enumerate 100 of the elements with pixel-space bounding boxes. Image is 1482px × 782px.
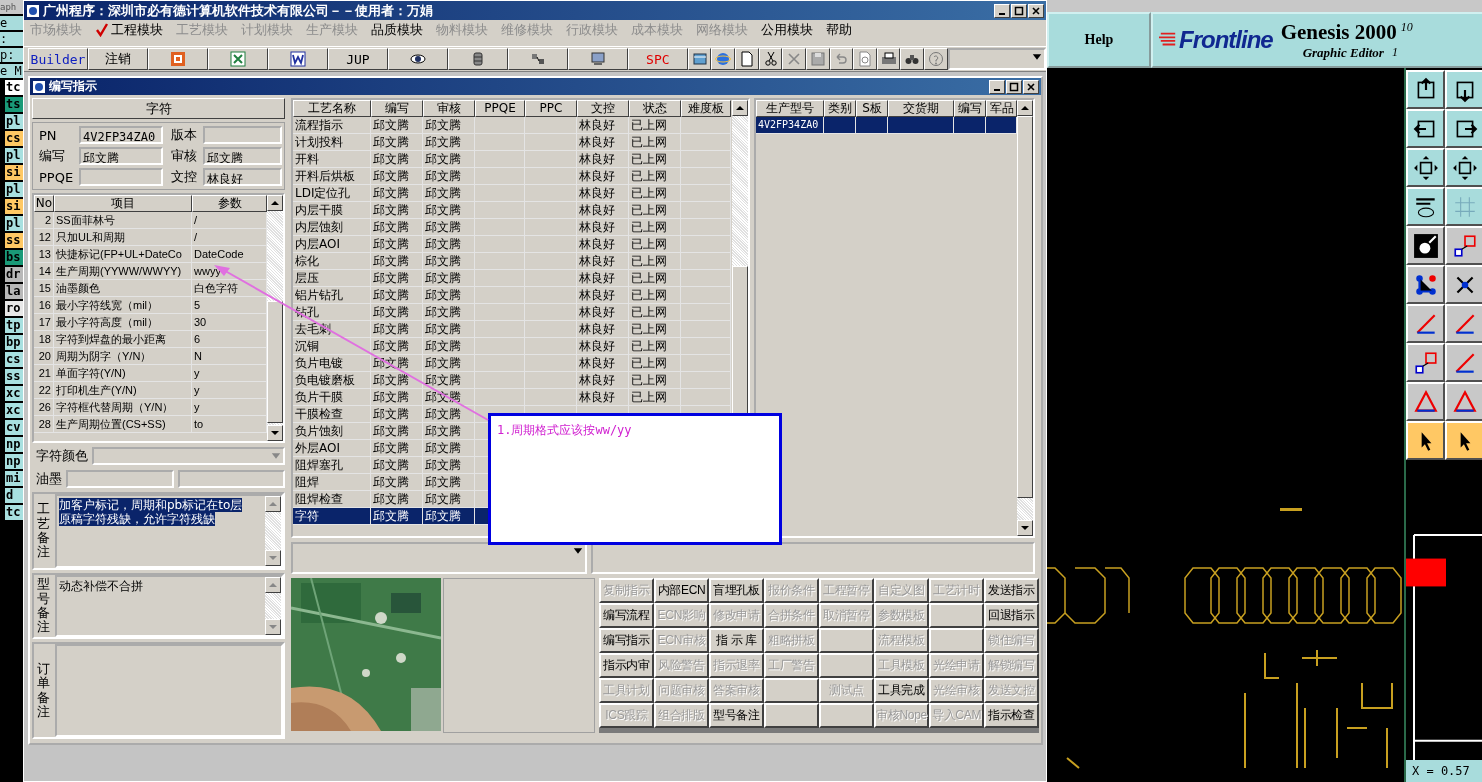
menu-item[interactable]: 品质模块 (371, 21, 423, 39)
toolbar-button[interactable]: Builder (28, 48, 88, 70)
layer-chip[interactable]: bs (5, 250, 23, 265)
table-row[interactable]: 内层AOI 邱文腾 邱文腾 林良好 已上网 (293, 236, 731, 253)
column-header[interactable]: 编写 (954, 100, 986, 117)
table-row[interactable]: LDI定位孔 邱文腾 邱文腾 林良好 已上网 (293, 185, 731, 202)
text-field[interactable]: 4V2FP34ZA0 (79, 126, 163, 144)
action-button[interactable]: 指示检查 (984, 703, 1039, 728)
layer-chip[interactable]: ss (5, 233, 23, 248)
layer-chip[interactable]: np (5, 454, 23, 469)
action-button[interactable]: 指 示 库 (709, 628, 764, 653)
action-button[interactable]: 盲埋孔板 (709, 578, 764, 603)
table-row[interactable]: 计划投料 邱文腾 邱文腾 林良好 已上网 (293, 134, 731, 151)
table-cell: 已上网 (629, 355, 681, 372)
text-field[interactable]: 林良好 (203, 168, 282, 186)
layer-chip[interactable]: dr (5, 267, 23, 282)
column-header[interactable]: 审核 (423, 100, 475, 117)
action-button[interactable]: 编写指示 (599, 628, 654, 653)
table-cell: 林良好 (577, 253, 629, 270)
table-cell: 邱文腾 (423, 151, 475, 168)
toolbar-button[interactable]: 注销 (88, 48, 148, 70)
layer-chip[interactable]: d (5, 488, 23, 503)
table-cell: 已上网 (629, 202, 681, 219)
column-header[interactable]: 类别 (824, 100, 856, 117)
column-header[interactable]: No (34, 195, 54, 212)
layer-chip[interactable]: ro (5, 301, 23, 316)
action-button[interactable]: 型号备注 (709, 703, 764, 728)
product-name: Genesis 2000 (1280, 19, 1397, 45)
column-header[interactable]: 难度板 (681, 100, 731, 117)
layer-chip[interactable]: np (5, 437, 23, 452)
menu-item[interactable]: 帮助 (826, 21, 852, 39)
layer-chip[interactable]: cs (5, 131, 23, 146)
layer-chip[interactable]: si (5, 199, 23, 214)
note-text-area[interactable]: 加客户标记，周期和pb标记在to层 原稿字符残缺，允许字符残缺 (55, 494, 283, 568)
table-row[interactable]: 内层蚀刻 邱文腾 邱文腾 林良好 已上网 (293, 219, 731, 236)
note-label: 订单备注 (36, 659, 51, 721)
layer-chip[interactable]: pl (5, 114, 23, 129)
table-row[interactable]: 沉铜 邱文腾 邱文腾 林良好 已上网 (293, 338, 731, 355)
table-cell: 邱文腾 (423, 440, 475, 457)
layer-chip[interactable]: cv (5, 420, 23, 435)
table-cell: 林良好 (577, 236, 629, 253)
table-row[interactable]: 内层干膜 邱文腾 邱文腾 林良好 已上网 (293, 202, 731, 219)
column-header[interactable]: 参数 (192, 195, 267, 212)
layer-chip[interactable]: tc (5, 80, 23, 95)
table-cell: 邱文腾 (423, 389, 475, 406)
layer-chip[interactable]: pl (5, 216, 23, 231)
layer-chip[interactable]: ts (5, 97, 23, 112)
column-header[interactable]: 项目 (54, 195, 192, 212)
column-header[interactable]: 编写 (371, 100, 423, 117)
table-row[interactable]: 铝片钻孔 邱文腾 邱文腾 林良好 已上网 (293, 287, 731, 304)
item-header-button[interactable]: 字符 (32, 98, 285, 119)
column-header[interactable]: 状态 (629, 100, 681, 117)
column-header[interactable]: PPC (525, 100, 577, 117)
column-header[interactable]: 工艺名称 (293, 100, 371, 117)
column-header[interactable]: 文控 (577, 100, 629, 117)
layer-chip[interactable]: ss (5, 369, 23, 384)
layer-chip[interactable]: bp (5, 335, 23, 350)
action-button[interactable]: 发送指示 (984, 578, 1039, 603)
table-row[interactable]: 层压 邱文腾 邱文腾 林良好 已上网 (293, 270, 731, 287)
layer-chip[interactable]: xc (5, 403, 23, 418)
layer-chip[interactable]: xc (5, 386, 23, 401)
table-row[interactable]: 负电镀磨板 邱文腾 邱文腾 林良好 已上网 (293, 372, 731, 389)
table-row[interactable]: 棕化 邱文腾 邱文腾 林良好 已上网 (293, 253, 731, 270)
text-field[interactable]: 邱文腾 (79, 147, 163, 165)
menu-item[interactable]: 公用模块 (761, 21, 813, 39)
action-button[interactable]: 工具完成 (874, 678, 929, 703)
column-header[interactable]: 军品 (986, 100, 1017, 117)
help-button[interactable]: Help (1047, 12, 1151, 68)
column-header[interactable]: S板 (856, 100, 888, 117)
version-text: 1 (1391, 44, 1398, 61)
note-text-area[interactable]: 动态补偿不合拼 (55, 575, 283, 637)
table-cell: 林良好 (577, 321, 629, 338)
menu-item[interactable]: 工程模块 (95, 21, 163, 39)
layer-chip[interactable]: la (5, 284, 23, 299)
action-button[interactable]: 指示内审 (599, 653, 654, 678)
action-button[interactable]: 回退指示 (984, 603, 1039, 628)
layer-chip[interactable]: tp (5, 318, 23, 333)
table-row[interactable]: 4V2FP34ZA0 (756, 117, 1017, 134)
table-cell: 周期为阴字（Y/N） (54, 348, 192, 365)
action-button[interactable]: 编写流程 (599, 603, 654, 628)
table-cell: 负电镀磨板 (293, 372, 371, 389)
layer-chip[interactable]: si (5, 165, 23, 180)
table-row[interactable]: 开料后烘板 邱文腾 邱文腾 林良好 已上网 (293, 168, 731, 185)
text-field[interactable]: 邱文腾 (203, 147, 282, 165)
toolbar-button[interactable]: JUP (327, 48, 388, 70)
column-header[interactable]: 交货期 (888, 100, 954, 117)
table-row[interactable]: 流程指示 邱文腾 邱文腾 林良好 已上网 (293, 117, 731, 134)
table-cell: 字符 (293, 508, 371, 525)
table-cell: 邱文腾 (423, 219, 475, 236)
layer-chip[interactable]: pl (5, 148, 23, 163)
table-cell: 层压 (293, 270, 371, 287)
column-header[interactable]: PPQE (475, 100, 525, 117)
layer-chip[interactable]: pl (5, 182, 23, 197)
column-header[interactable]: 生产型号 (756, 100, 824, 117)
layer-chip[interactable]: cs (5, 352, 23, 367)
table-row[interactable]: 开料 邱文腾 邱文腾 林良好 已上网 (293, 151, 731, 168)
layer-chip[interactable]: tc (5, 505, 23, 520)
table-row[interactable]: 负片干膜 邱文腾 邱文腾 林良好 已上网 (293, 389, 731, 406)
action-button[interactable]: 内部ECN (654, 578, 709, 603)
layer-chip[interactable]: mi (5, 471, 23, 486)
